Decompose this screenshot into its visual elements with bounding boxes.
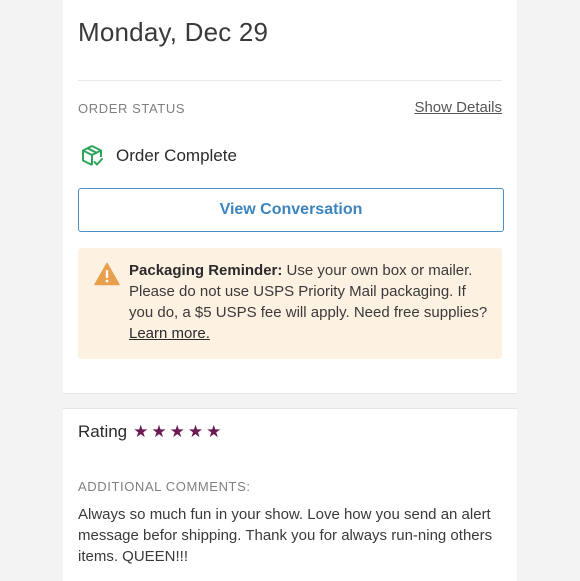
package-check-icon (78, 142, 106, 170)
reminder-text: Packaging Reminder: Use your own box or … (129, 260, 490, 344)
right-gutter (517, 0, 580, 580)
order-card: Monday, Dec 29 ORDER STATUS Show Details… (63, 0, 517, 394)
additional-comments-text: Always so much fun in your show. Love ho… (78, 506, 493, 565)
star-icon: ★ (187, 422, 204, 441)
additional-comments-label: ADDITIONAL COMMENTS: (78, 479, 251, 494)
view-conversation-button[interactable]: View Conversation (78, 188, 504, 232)
warning-triangle-icon (94, 262, 120, 286)
show-details-link[interactable]: Show Details (414, 99, 502, 116)
reminder-title: Packaging Reminder: (129, 262, 283, 279)
rating-stars: ★ ★ ★ ★ ★ (133, 422, 221, 442)
rating-row: Rating ★ ★ ★ ★ ★ (78, 422, 221, 442)
learn-more-link[interactable]: Learn more. (129, 325, 210, 342)
left-gutter (0, 0, 63, 580)
star-icon: ★ (206, 422, 222, 441)
order-status-label: ORDER STATUS (78, 101, 186, 116)
packaging-reminder-banner: Packaging Reminder: Use your own box or … (78, 248, 502, 359)
order-status-text: Order Complete (116, 146, 237, 165)
order-status-row: Order Complete (78, 142, 237, 170)
rating-label: Rating (78, 422, 128, 441)
divider (78, 80, 502, 81)
star-icon: ★ (133, 422, 149, 441)
star-icon: ★ (151, 422, 167, 441)
order-date: Monday, Dec 29 (78, 17, 269, 47)
star-icon: ★ (169, 422, 185, 441)
